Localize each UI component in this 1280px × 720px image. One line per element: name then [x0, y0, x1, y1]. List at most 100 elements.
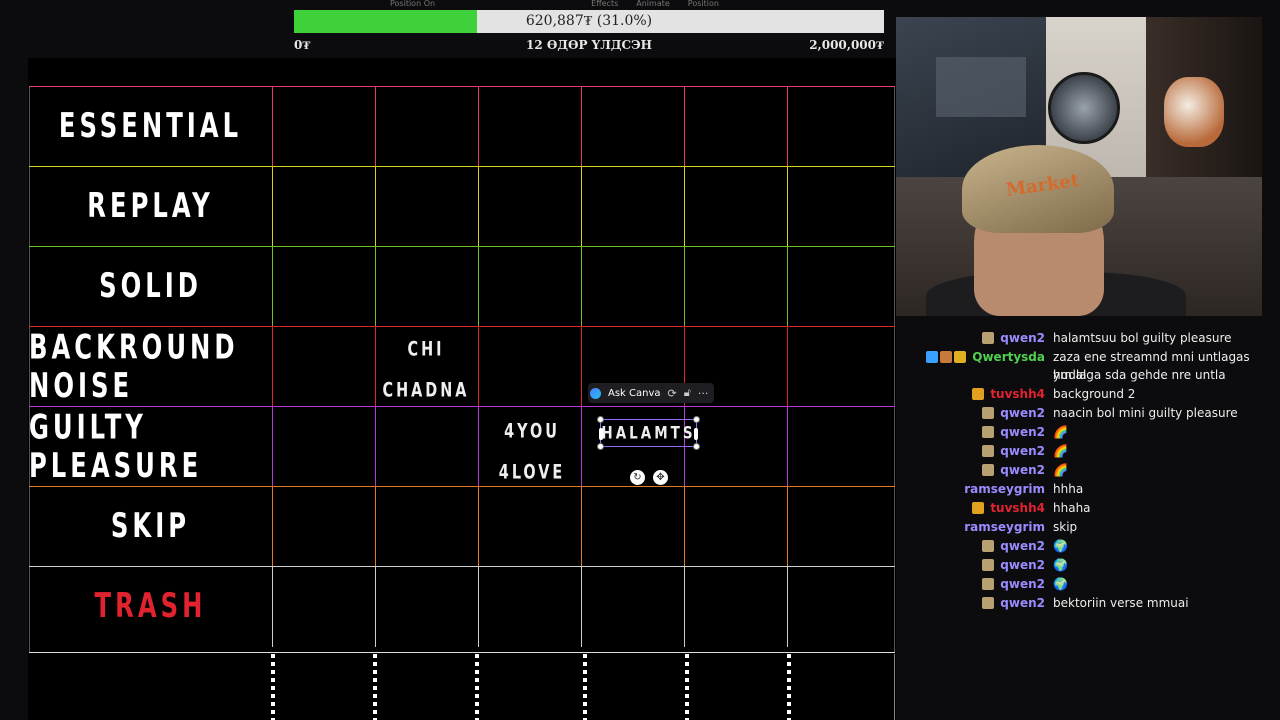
chat-username[interactable]: qwen2 [1000, 329, 1045, 347]
column-guide [583, 654, 587, 720]
chat-message: Qwertysda zaza ene streamnd mni untlagas … [926, 348, 1270, 385]
chat-message: ramseygrim skip [940, 518, 1270, 537]
tier-column-divider [272, 167, 273, 247]
resize-handle-bottom-right[interactable] [693, 443, 700, 450]
chat-username[interactable]: qwen2 [1000, 537, 1045, 555]
chat-message-text: naacin bol mini guilty pleasure [1053, 406, 1238, 420]
tier-column-divider [581, 567, 582, 647]
chat-message-text: ym alga sda gehde nre untla [1053, 368, 1226, 382]
selected-text-element[interactable]: HALAMTS [597, 416, 700, 450]
chat-badges [982, 540, 995, 552]
tier-column-divider [684, 167, 685, 247]
chat-username[interactable]: qwen2 [1000, 461, 1045, 479]
tier-item-chi-chadna[interactable]: CHI CHADNA [380, 329, 472, 411]
chat-message: qwen2 🌈 [940, 442, 1270, 461]
tier-column-divider [272, 87, 273, 167]
chat-message-text: skip [1053, 520, 1078, 534]
rotate-icon[interactable]: ↻ [630, 470, 645, 485]
selected-text-content[interactable]: HALAMTS [601, 418, 696, 448]
tier-row: TRASH [29, 566, 895, 647]
tier-label[interactable]: TRASH [29, 557, 272, 656]
goal-progress-bar: 620,887₮ (31.0%) [294, 10, 884, 33]
tier-column-divider [478, 247, 479, 327]
resize-handle-right[interactable] [694, 428, 698, 440]
chat-badge-icon [982, 332, 995, 344]
tier-column-divider [581, 407, 582, 487]
tier-item-line: 4LOVE [498, 460, 566, 484]
tier-column-divider [684, 567, 685, 647]
column-guide [787, 654, 791, 720]
chat-username[interactable]: qwen2 [1000, 556, 1045, 574]
chat-username[interactable]: qwen2 [1000, 404, 1045, 422]
chat-message: qwen2 naacin bol mini guilty pleasure [940, 404, 1270, 423]
tier-column-divider [478, 87, 479, 167]
chat-username[interactable]: qwen2 [1000, 423, 1045, 441]
ask-canva-button[interactable]: Ask Canva [608, 388, 661, 399]
chat-emote: 🌈 [1053, 425, 1068, 439]
resize-handle-left[interactable] [599, 428, 603, 440]
column-guide [271, 654, 275, 720]
tier-column-divider [272, 567, 273, 647]
tier-item-line: 4YOU [504, 419, 560, 443]
chat-badge-icon [982, 578, 995, 590]
chat-badges [926, 351, 967, 363]
tier-column-divider [272, 487, 273, 567]
column-guide [475, 654, 479, 720]
chat-badge-icon [954, 351, 967, 363]
chat-badges [982, 464, 995, 476]
toolbar-item[interactable]: Position On [390, 0, 435, 8]
chat-badges [982, 445, 995, 457]
resize-handle-top-left[interactable] [597, 416, 604, 423]
tier-column-divider [478, 167, 479, 247]
chat-username[interactable]: qwen2 [1000, 594, 1045, 612]
tier-column-divider [787, 167, 788, 247]
replace-icon[interactable]: ⟳ [668, 387, 677, 400]
tier-column-divider [787, 247, 788, 327]
chat-username[interactable]: tuvshh4 [990, 499, 1045, 517]
column-guide [373, 654, 377, 720]
chat-message-text: background 2 [1053, 387, 1136, 401]
chat-username[interactable]: qwen2 [1000, 442, 1045, 460]
chat-username[interactable]: Qwertysda [972, 348, 1045, 366]
chat-username[interactable]: ramseygrim [964, 518, 1045, 536]
toolbar-item[interactable]: Effects [591, 0, 618, 8]
toolbar-item[interactable]: Position [688, 0, 719, 8]
tier-column-divider [581, 327, 582, 407]
tier-item-4you-4love[interactable]: 4YOU 4LOVE [484, 409, 580, 495]
chat-badge-icon [926, 351, 939, 363]
chat-badge-icon [972, 502, 985, 514]
tier-row: SKIP [29, 486, 895, 567]
more-options-icon[interactable]: ··· [698, 387, 709, 400]
chat-badge-icon [982, 407, 995, 419]
tier-label-text: GUILTY PLEASURE [29, 407, 203, 486]
chat-badge-icon [982, 540, 995, 552]
chat-badge-icon [982, 426, 995, 438]
webcam-fox-mask [1164, 77, 1224, 147]
chat-badge-icon [972, 388, 985, 400]
tier-column-divider [684, 487, 685, 567]
chat-emote: 🌍 [1053, 558, 1068, 572]
chat-message-text: hhha [1053, 482, 1084, 496]
chat-username[interactable]: ramseygrim [964, 480, 1045, 498]
lock-icon[interactable]: 🔓︎ [684, 386, 691, 400]
chat-message-text: hhaha [1053, 501, 1091, 515]
chat-username[interactable]: qwen2 [1000, 575, 1045, 593]
chat-badges [982, 407, 995, 419]
tier-label-text: SOLID [99, 267, 202, 306]
chat-username[interactable]: tuvshh4 [990, 385, 1045, 403]
resize-handle-bottom-left[interactable] [597, 443, 604, 450]
chat-badge-icon [982, 597, 995, 609]
tier-row: GUILTY PLEASURE [29, 406, 895, 487]
tier-column-divider [375, 407, 376, 487]
chat-message: qwen2 🌈 [940, 461, 1270, 480]
goal-progress-labels: 0₮ 12 ӨДӨР ҮЛДСЭН 2,000,000₮ [294, 38, 884, 54]
tier-column-divider [375, 87, 376, 167]
chat-message: qwen2 halamtsuu bol guilty pleasure [940, 329, 1270, 348]
tier-label-text: REPLAY [87, 187, 214, 226]
toolbar-item[interactable]: Animate [636, 0, 670, 8]
move-icon[interactable]: ✥ [653, 470, 668, 485]
tier-column-divider [478, 327, 479, 407]
tier-column-divider [581, 247, 582, 327]
resize-handle-top-right[interactable] [693, 416, 700, 423]
tier-column-divider [272, 327, 273, 407]
